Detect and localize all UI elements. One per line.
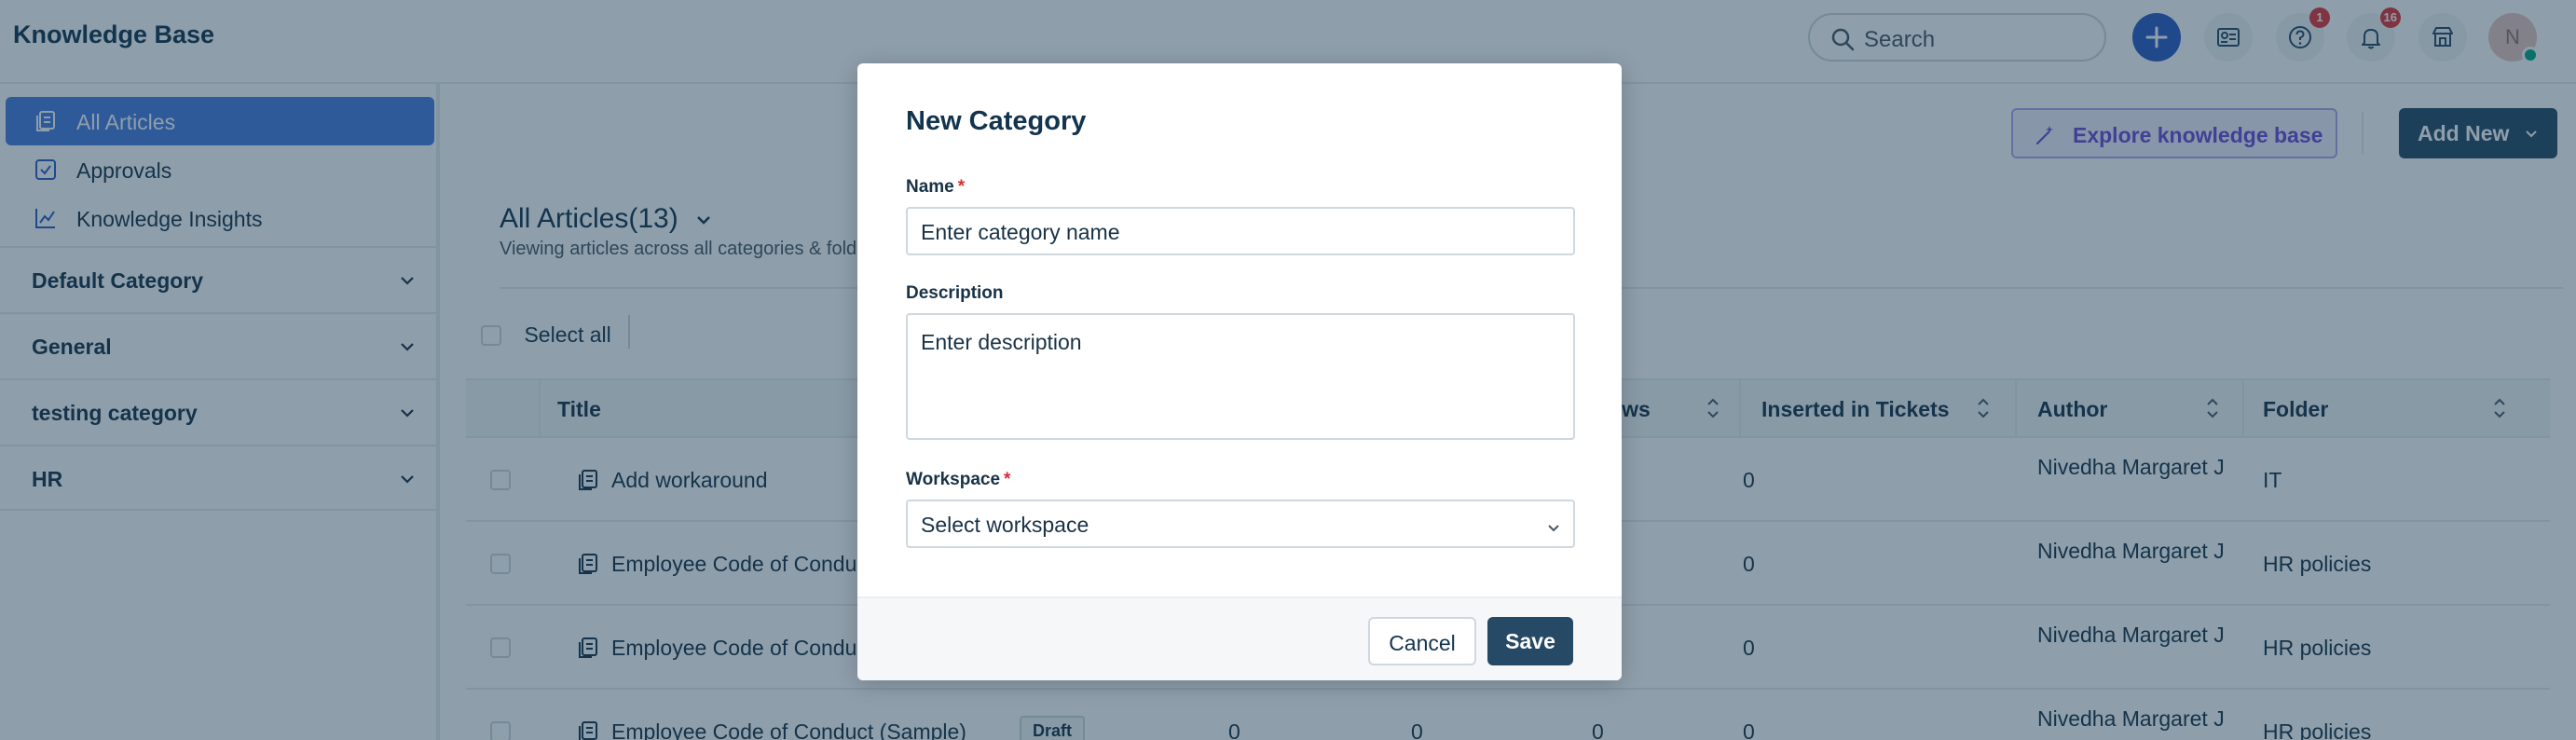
- save-button[interactable]: Save: [1487, 617, 1573, 665]
- workspace-select[interactable]: Select workspace: [906, 500, 1575, 548]
- description-placeholder: Enter description: [921, 330, 1082, 354]
- name-field-label: Name *: [906, 177, 965, 198]
- workspace-label-text: Workspace: [906, 470, 1001, 489]
- cancel-label: Cancel: [1389, 631, 1456, 655]
- name-placeholder: Enter category name: [921, 220, 1120, 244]
- workspace-placeholder: Select workspace: [921, 513, 1089, 537]
- description-field-label: Description: [906, 283, 1004, 303]
- new-category-dialog: New Category Name * Enter category name D…: [857, 63, 1622, 680]
- name-label-text: Name: [906, 177, 954, 197]
- category-name-input[interactable]: Enter category name: [906, 207, 1575, 255]
- workspace-field-label: Workspace *: [906, 470, 1010, 490]
- cancel-button[interactable]: Cancel: [1368, 617, 1476, 665]
- dialog-title: New Category: [906, 106, 1087, 136]
- save-label: Save: [1505, 629, 1555, 653]
- description-textarea[interactable]: Enter description: [906, 313, 1575, 440]
- app-root: Knowledge Base Search 1 16 N All Article…: [0, 0, 2576, 740]
- chevron-down-icon: [1548, 525, 1559, 532]
- dialog-footer: Cancel Save: [857, 596, 1622, 680]
- required-mark: *: [957, 177, 966, 197]
- required-mark: *: [1004, 470, 1011, 489]
